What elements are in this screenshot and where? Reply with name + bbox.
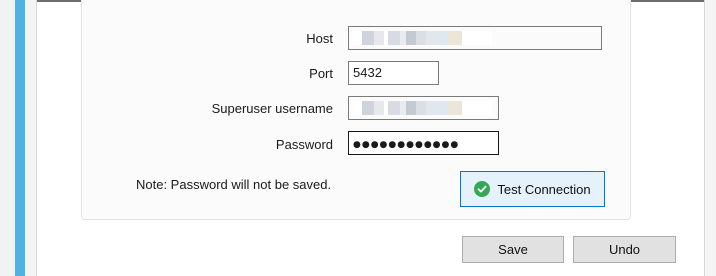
- port-value: 5432: [353, 65, 382, 80]
- port-label: Port: [309, 66, 333, 81]
- check-circle-icon: [474, 181, 491, 197]
- save-label: Save: [498, 242, 528, 257]
- test-connection-label: Test Connection: [497, 181, 591, 197]
- host-label: Host: [306, 31, 333, 46]
- test-connection-button[interactable]: Test Connection: [460, 171, 605, 207]
- password-value: ●●●●●●●●●●●●: [353, 140, 460, 150]
- password-note: Note: Password will not be saved.: [136, 177, 332, 192]
- accent-edge: [25, 0, 37, 276]
- superuser-label: Superuser username: [211, 101, 333, 116]
- password-field[interactable]: ●●●●●●●●●●●●: [348, 131, 499, 155]
- password-label: Password: [275, 137, 333, 152]
- superuser-username-field[interactable]: [348, 96, 499, 120]
- port-field[interactable]: 5432: [348, 61, 439, 85]
- undo-button[interactable]: Undo: [573, 236, 676, 263]
- undo-label: Undo: [608, 242, 641, 257]
- accent-bar: [15, 0, 25, 276]
- right-gutter: [704, 0, 716, 276]
- save-button[interactable]: Save: [462, 236, 564, 263]
- host-field[interactable]: [348, 26, 602, 50]
